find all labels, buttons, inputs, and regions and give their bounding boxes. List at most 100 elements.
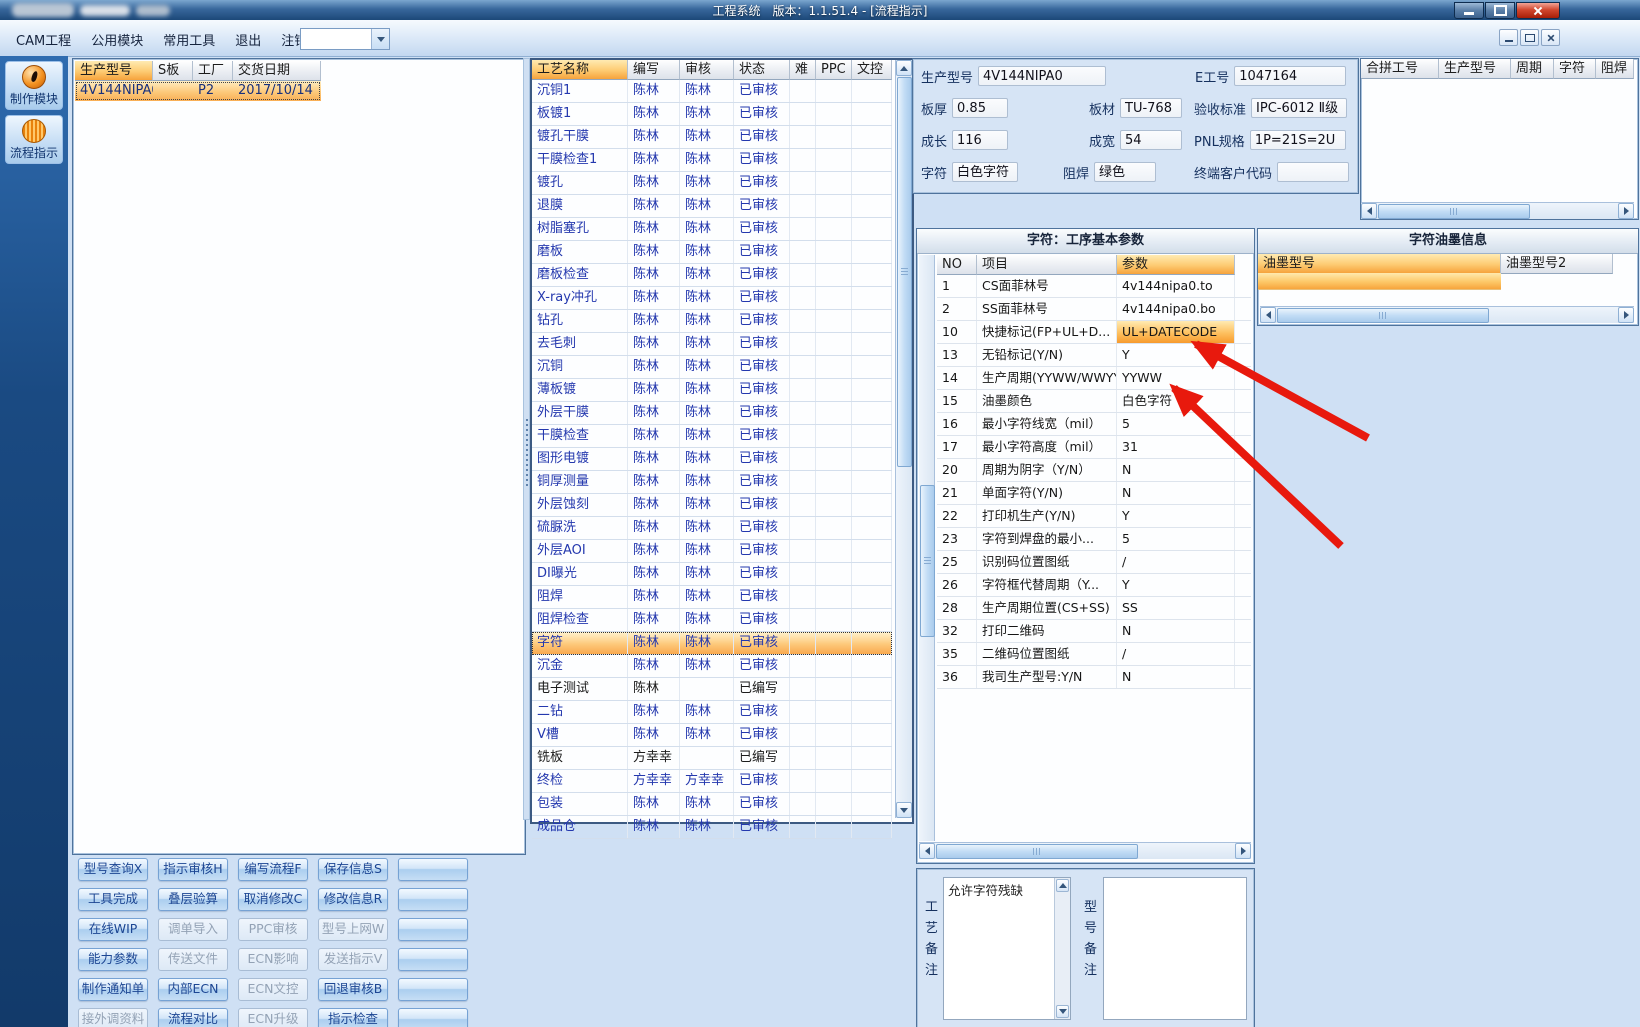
combobox-dropdown-button[interactable]: [371, 29, 389, 49]
action-button-r6c4[interactable]: 指示检查: [318, 1008, 388, 1027]
action-button-r3c2[interactable]: 调单导入: [158, 918, 228, 941]
process-row[interactable]: 铜厚测量 陈林 陈林 已审核: [532, 471, 892, 494]
process-row[interactable]: 电子测试 陈林 已编写: [532, 678, 892, 701]
process-column-header-3[interactable]: 审核: [680, 60, 734, 80]
close-button[interactable]: [1516, 2, 1560, 19]
action-button-r5c2[interactable]: 内部ECN: [158, 978, 228, 1001]
scroll-left-button[interactable]: [1361, 203, 1377, 219]
scrollbar-thumb[interactable]: [920, 485, 935, 637]
action-button-r2c4[interactable]: 修改信息R: [318, 888, 388, 911]
param-row[interactable]: 13 无铅标记(Y/N) Y: [937, 344, 1251, 367]
process-row[interactable]: 磨板 陈林 陈林 已审核: [532, 241, 892, 264]
action-button-r6c3[interactable]: ECN升级: [238, 1008, 308, 1027]
scroll-up-button[interactable]: [1056, 879, 1069, 892]
process-row[interactable]: V槽 陈林 陈林 已审核: [532, 724, 892, 747]
action-button-empty[interactable]: [398, 1008, 468, 1027]
process-row[interactable]: 沉铜 陈林 陈林 已审核: [532, 356, 892, 379]
process-row[interactable]: 沉铜1 陈林 陈林 已审核: [532, 80, 892, 103]
scrollbar-thumb[interactable]: [1378, 204, 1530, 219]
merge-column-header-5[interactable]: 阻焊: [1596, 59, 1634, 79]
action-button-empty[interactable]: [398, 948, 468, 971]
param-column-header-2[interactable]: 项目: [977, 255, 1117, 275]
param-row[interactable]: 32 打印二维码 N: [937, 620, 1251, 643]
maximize-button[interactable]: [1485, 2, 1515, 19]
param-row[interactable]: 23 字符到焊盘的最小... 5: [937, 528, 1251, 551]
process-row[interactable]: 硫脲洗 陈林 陈林 已审核: [532, 517, 892, 540]
process-row[interactable]: 板镀1 陈林 陈林 已审核: [532, 103, 892, 126]
process-column-header-7[interactable]: 文控: [852, 60, 892, 80]
action-button-r1c4[interactable]: 保存信息S: [318, 858, 388, 881]
process-row[interactable]: 铣板 方幸幸 已编写: [532, 747, 892, 770]
action-button-empty[interactable]: [398, 858, 468, 881]
merge-column-header-3[interactable]: 周期: [1511, 59, 1554, 79]
ink-column-header-2[interactable]: 油墨型号2: [1501, 254, 1613, 274]
action-button-r2c2[interactable]: 叠层验算: [158, 888, 228, 911]
action-button-empty[interactable]: [398, 918, 468, 941]
process-column-header-4[interactable]: 状态: [734, 60, 790, 80]
action-button-r4c4[interactable]: 发送指示V: [318, 948, 388, 971]
process-column-header-1[interactable]: 工艺名称: [532, 60, 628, 80]
scroll-right-button[interactable]: [1618, 203, 1634, 219]
action-button-r4c1[interactable]: 能力参数: [78, 948, 148, 971]
process-row[interactable]: 阻焊检查 陈林 陈林 已审核: [532, 609, 892, 632]
scrollbar-thumb[interactable]: [1277, 308, 1489, 323]
process-row[interactable]: 二钻 陈林 陈林 已审核: [532, 701, 892, 724]
process-row[interactable]: 外层蚀刻 陈林 陈林 已审核: [532, 494, 892, 517]
scroll-down-button[interactable]: [1056, 1005, 1069, 1018]
vertical-splitter[interactable]: [523, 58, 530, 820]
product-column-header-4[interactable]: 交货日期: [233, 61, 321, 81]
param-row[interactable]: 20 周期为阴字（Y/N） N: [937, 459, 1251, 482]
sidebar-button-1[interactable]: 制作模块: [5, 61, 63, 110]
action-button-empty[interactable]: [398, 978, 468, 1001]
param-row[interactable]: 26 字符框代替周期（Y... Y: [937, 574, 1251, 597]
action-button-r5c4[interactable]: 回退审核B: [318, 978, 388, 1001]
param-row[interactable]: 28 生产周期位置(CS+SS) SS: [937, 597, 1251, 620]
param-horizontal-scrollbar[interactable]: [919, 842, 1251, 859]
param-row[interactable]: 35 二维码位置图纸 /: [937, 643, 1251, 666]
scroll-left-button[interactable]: [1260, 307, 1276, 323]
action-button-r2c1[interactable]: 工具完成: [78, 888, 148, 911]
process-column-header-5[interactable]: 难: [790, 60, 816, 80]
param-row[interactable]: 21 单面字符(Y/N) N: [937, 482, 1251, 505]
merge-column-header-1[interactable]: 合拼工号: [1361, 59, 1439, 79]
action-button-r4c2[interactable]: 传送文件: [158, 948, 228, 971]
action-button-r1c2[interactable]: 指示审核H: [158, 858, 228, 881]
product-column-header-2[interactable]: S板: [153, 61, 193, 81]
param-row[interactable]: 15 油墨颜色 白色字符: [937, 390, 1251, 413]
mdi-minimize-button[interactable]: [1499, 29, 1518, 46]
menu-item-3[interactable]: 常用工具: [153, 27, 225, 52]
param-row[interactable]: 14 生产周期(YYWW/WWYY) YYWW: [937, 367, 1251, 390]
merge-column-header-4[interactable]: 字符: [1554, 59, 1596, 79]
process-row[interactable]: 去毛刺 陈林 陈林 已审核: [532, 333, 892, 356]
param-row[interactable]: 36 我司生产型号:Y/N N: [937, 666, 1251, 689]
process-column-header-2[interactable]: 编写: [628, 60, 680, 80]
process-row[interactable]: 字符 陈林 陈林 已审核: [532, 632, 892, 655]
scroll-right-button[interactable]: [1235, 843, 1251, 859]
process-row[interactable]: 干膜检查 陈林 陈林 已审核: [532, 425, 892, 448]
process-row[interactable]: 沉金 陈林 陈林 已审核: [532, 655, 892, 678]
param-row[interactable]: 1 CS面菲林号 4v144nipa0.to: [937, 275, 1251, 298]
process-row[interactable]: 树脂塞孔 陈林 陈林 已审核: [532, 218, 892, 241]
process-row[interactable]: 外层干膜 陈林 陈林 已审核: [532, 402, 892, 425]
scroll-up-button[interactable]: [896, 60, 912, 76]
action-button-r5c1[interactable]: 制作通知单: [78, 978, 148, 1001]
param-vertical-scrollbar[interactable]: [919, 255, 935, 841]
process-row[interactable]: 镀孔 陈林 陈林 已审核: [532, 172, 892, 195]
ink-selected-row[interactable]: [1258, 273, 1501, 290]
mdi-close-button[interactable]: [1541, 29, 1560, 46]
ink-horizontal-scrollbar[interactable]: [1260, 306, 1634, 323]
action-button-empty[interactable]: [398, 888, 468, 911]
scroll-down-button[interactable]: [896, 802, 912, 818]
param-row[interactable]: 16 最小字符线宽（mil） 5: [937, 413, 1251, 436]
merge-horizontal-scrollbar[interactable]: [1361, 202, 1634, 219]
menu-item-2[interactable]: 公用模块: [81, 27, 153, 52]
scroll-left-button[interactable]: [919, 843, 935, 859]
merge-column-header-2[interactable]: 生产型号: [1439, 59, 1511, 79]
param-row[interactable]: 25 识别码位置图纸 /: [937, 551, 1251, 574]
process-row[interactable]: 成品仓 陈林 陈林 已审核: [532, 816, 892, 839]
minimize-button[interactable]: [1454, 2, 1484, 19]
action-button-r2c3[interactable]: 取消修改C: [238, 888, 308, 911]
mdi-restore-button[interactable]: [1520, 29, 1539, 46]
scrollbar-thumb[interactable]: [936, 844, 1138, 859]
param-column-header-3[interactable]: 参数: [1117, 255, 1235, 275]
